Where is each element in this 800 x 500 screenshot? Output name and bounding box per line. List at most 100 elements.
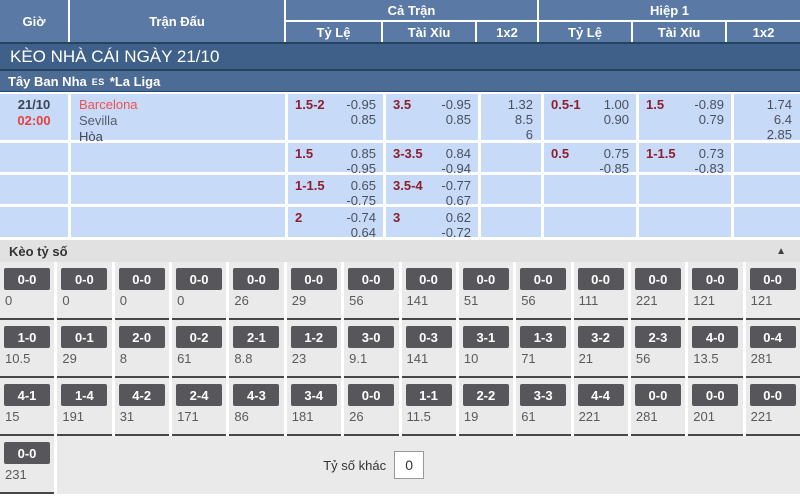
odds-value[interactable]: -0.95 — [346, 97, 376, 112]
odds-cell-ft-handicap[interactable]: 2 -0.740.64 — [288, 207, 383, 237]
odds-value[interactable]: 2.85 — [767, 127, 792, 142]
score-button[interactable]: 2-1 — [233, 326, 279, 348]
score-button[interactable]: 0-0 — [4, 268, 50, 290]
score-button[interactable]: 0-0 — [176, 268, 222, 290]
odds-value[interactable]: 0.79 — [699, 112, 724, 127]
odds-value[interactable]: 0.75 — [604, 146, 629, 161]
score-button[interactable]: 1-4 — [61, 384, 107, 406]
score-button[interactable]: 3-2 — [578, 326, 624, 348]
odds-cell-ft-handicap[interactable]: 1.5 0.85-0.95 — [288, 143, 383, 172]
score-button[interactable]: 0-0 — [119, 268, 165, 290]
league-bar[interactable]: Tây Ban Nha ES *La Liga — [0, 71, 800, 92]
odds-cell-ft-overunder[interactable]: 3 0.62-0.72 — [386, 207, 478, 237]
odds-value[interactable]: -0.72 — [441, 225, 471, 240]
odds-value[interactable]: -0.77 — [441, 178, 471, 193]
odds-value[interactable]: 0.85 — [351, 112, 376, 127]
odds-value[interactable]: -0.95 — [441, 97, 471, 112]
odds-cell-h1-overunder[interactable]: 1.5 -0.890.79 — [639, 94, 731, 140]
odds-cell-ft-1x2[interactable] — [481, 207, 541, 237]
odds-cell-ft-1x2[interactable] — [481, 143, 541, 172]
score-section-header[interactable]: Kèo tỷ số ▲ — [0, 240, 800, 262]
score-button[interactable]: 0-3 — [406, 326, 452, 348]
score-button[interactable]: 0-1 — [61, 326, 107, 348]
odds-cell-ft-overunder[interactable]: 3.5 -0.950.85 — [386, 94, 478, 140]
score-button[interactable]: 4-0 — [692, 326, 738, 348]
score-button[interactable]: 0-0 — [233, 268, 279, 290]
odds-cell-h1-1x2[interactable]: 1.746.42.85 — [734, 94, 800, 140]
score-button[interactable]: 0-0 — [635, 268, 681, 290]
score-button[interactable]: 0-0 — [750, 268, 796, 290]
odds-cell-ft-overunder[interactable]: 3.5-4 -0.770.67 — [386, 175, 478, 204]
score-button[interactable]: 0-0 — [348, 268, 394, 290]
odds-value[interactable]: -0.89 — [694, 97, 724, 112]
score-button[interactable]: 0-0 — [463, 268, 509, 290]
odds-value[interactable]: 0.73 — [699, 146, 724, 161]
odds-value[interactable]: 1.74 — [767, 97, 792, 112]
score-button[interactable]: 0-2 — [176, 326, 222, 348]
odds-value[interactable]: 0.65 — [351, 178, 376, 193]
odds-cell-ft-1x2[interactable] — [481, 175, 541, 204]
score-button[interactable]: 0-0 — [4, 442, 50, 464]
odds-value[interactable]: -0.74 — [346, 210, 376, 225]
score-button[interactable]: 0-0 — [61, 268, 107, 290]
score-button[interactable]: 4-4 — [578, 384, 624, 406]
score-button[interactable]: 0-0 — [692, 268, 738, 290]
score-button[interactable]: 0-0 — [750, 384, 796, 406]
odds-value[interactable]: 0.64 — [351, 225, 376, 240]
odds-cell-ft-handicap[interactable]: 1-1.5 0.65-0.75 — [288, 175, 383, 204]
odds-value[interactable]: 0.84 — [446, 146, 471, 161]
score-button[interactable]: 1-2 — [291, 326, 337, 348]
odds-value[interactable]: -0.95 — [346, 161, 376, 176]
odds-cell-h1-handicap[interactable]: 0.5-1 1.000.90 — [544, 94, 636, 140]
score-cell: 2-18.8 — [229, 320, 283, 378]
odds-value[interactable]: 0.85 — [351, 146, 376, 161]
odds-cell-ft-handicap[interactable]: 1.5-2 -0.950.85 — [288, 94, 383, 140]
score-button[interactable]: 2-2 — [463, 384, 509, 406]
odds-value[interactable]: 0.85 — [446, 112, 471, 127]
score-button[interactable]: 0-4 — [750, 326, 796, 348]
empty-cell — [639, 207, 731, 237]
score-button[interactable]: 1-1 — [406, 384, 452, 406]
score-button[interactable]: 1-3 — [520, 326, 566, 348]
odds-cell-h1-overunder[interactable]: 1-1.5 0.73-0.83 — [639, 143, 731, 172]
odds-value[interactable]: -0.94 — [441, 161, 471, 176]
odds-value[interactable]: 6 — [526, 127, 533, 142]
odds-value[interactable]: 8.5 — [515, 112, 533, 127]
score-button[interactable]: 4-2 — [119, 384, 165, 406]
score-button[interactable]: 1-0 — [4, 326, 50, 348]
odds-value[interactable]: -0.83 — [694, 161, 724, 176]
odds-value[interactable]: 6.4 — [774, 112, 792, 127]
odds-cell-h1-handicap[interactable]: 0.5 0.75-0.85 — [544, 143, 636, 172]
score-button[interactable]: 0-0 — [406, 268, 452, 290]
score-button[interactable]: 4-1 — [4, 384, 50, 406]
score-button[interactable]: 0-0 — [348, 384, 394, 406]
score-button[interactable]: 3-0 — [348, 326, 394, 348]
score-button[interactable]: 0-0 — [578, 268, 624, 290]
score-button[interactable]: 0-0 — [291, 268, 337, 290]
odds-value[interactable]: 1.00 — [604, 97, 629, 112]
score-button[interactable]: 3-4 — [291, 384, 337, 406]
score-odds-value: 26 — [234, 293, 283, 308]
score-button[interactable]: 0-0 — [692, 384, 738, 406]
score-button[interactable]: 3-3 — [520, 384, 566, 406]
odds-cell-ft-overunder[interactable]: 3-3.5 0.84-0.94 — [386, 143, 478, 172]
score-button[interactable]: 0-0 — [520, 268, 566, 290]
odds-value[interactable]: 0.67 — [446, 193, 471, 208]
collapse-icon[interactable]: ▲ — [776, 246, 786, 257]
odds-cell-ft-1x2[interactable]: 1.328.56 — [481, 94, 541, 140]
other-score-input[interactable] — [394, 451, 424, 479]
odds-cell-h1-1x2[interactable] — [734, 143, 800, 172]
score-button[interactable]: 2-0 — [119, 326, 165, 348]
score-button[interactable]: 2-3 — [635, 326, 681, 348]
empty-cell — [734, 207, 800, 237]
odds-value[interactable]: 1.32 — [508, 97, 533, 112]
odds-value[interactable]: 0.90 — [604, 112, 629, 127]
odds-value[interactable]: -0.75 — [346, 193, 376, 208]
score-button[interactable]: 0-0 — [635, 384, 681, 406]
odds-value[interactable]: -0.85 — [599, 161, 629, 176]
score-button[interactable]: 2-4 — [176, 384, 222, 406]
match-teams-cell[interactable]: Barcelona Sevilla Hòa — [71, 94, 285, 140]
score-button[interactable]: 4-3 — [233, 384, 279, 406]
odds-value[interactable]: 0.62 — [446, 210, 471, 225]
score-button[interactable]: 3-1 — [463, 326, 509, 348]
